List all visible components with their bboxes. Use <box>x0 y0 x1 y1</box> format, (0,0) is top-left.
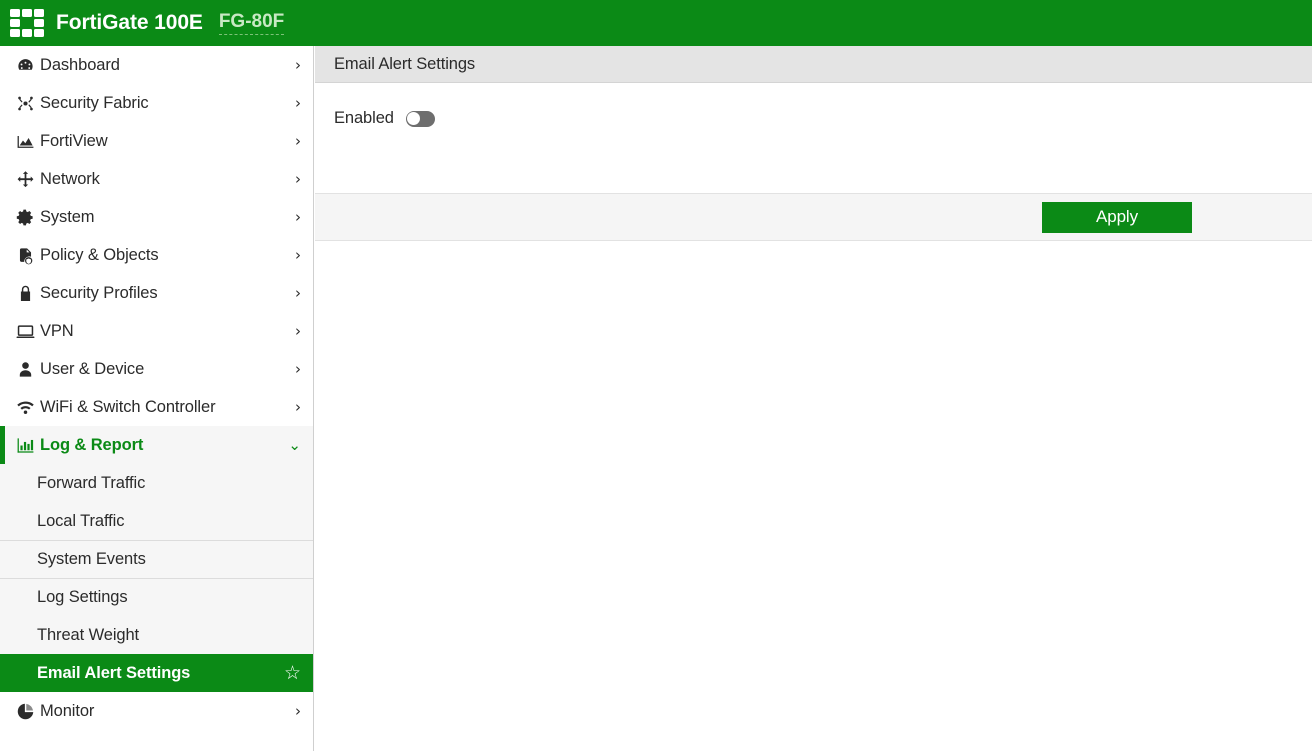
chevron-right-icon: › <box>295 321 301 340</box>
chevron-right-icon: › <box>295 169 301 188</box>
sidebar-item-monitor[interactable]: Monitor › <box>0 692 313 730</box>
enabled-label: Enabled <box>334 109 394 127</box>
user-icon <box>10 360 40 379</box>
chevron-right-icon: › <box>295 131 301 150</box>
form-footer: Apply <box>315 193 1312 241</box>
gear-icon <box>10 208 40 227</box>
sidebar-item-system-events[interactable]: System Events <box>0 540 313 578</box>
fortinet-grid-logo-icon <box>10 9 44 37</box>
sidebar: Dashboard › Security Fabric › FortiView … <box>0 46 314 751</box>
sidebar-item-log-report[interactable]: Log & Report ⌄ <box>0 426 313 464</box>
sidebar-item-wifi-switch-controller[interactable]: WiFi & Switch Controller › <box>0 388 313 426</box>
star-outline-icon[interactable]: ☆ <box>284 663 301 683</box>
monitor-icon <box>10 322 40 341</box>
sidebar-item-forward-traffic[interactable]: Forward Traffic <box>0 464 313 502</box>
sidebar-item-label: VPN <box>40 321 74 340</box>
sidebar-item-label: WiFi & Switch Controller <box>40 397 216 416</box>
sidebar-item-fortiview[interactable]: FortiView › <box>0 122 313 160</box>
sidebar-item-threat-weight[interactable]: Threat Weight <box>0 616 313 654</box>
sidebar-item-label: Security Fabric <box>40 93 149 112</box>
pie-chart-icon <box>10 702 40 721</box>
sidebar-item-security-fabric[interactable]: Security Fabric › <box>0 84 313 122</box>
sidebar-item-label: System <box>40 207 95 226</box>
sidebar-item-label: Monitor <box>40 701 95 720</box>
sidebar-item-label: Security Profiles <box>40 283 158 302</box>
sidebar-item-system[interactable]: System › <box>0 198 313 236</box>
sidebar-item-user-device[interactable]: User & Device › <box>0 350 313 388</box>
page-title: Email Alert Settings <box>334 54 476 73</box>
chevron-right-icon: › <box>295 701 301 720</box>
sidebar-subitem-label: Email Alert Settings <box>37 663 191 682</box>
product-name: FortiGate 100E <box>56 11 203 34</box>
chevron-right-icon: › <box>295 55 301 74</box>
sidebar-subitem-label: Forward Traffic <box>37 473 146 492</box>
policy-objects-icon <box>10 246 40 265</box>
settings-form: Enabled <box>315 83 1312 193</box>
enabled-field-row: Enabled <box>334 109 435 128</box>
dashboard-icon <box>10 56 40 75</box>
enabled-toggle[interactable] <box>405 110 435 127</box>
network-move-icon <box>10 170 40 189</box>
sidebar-item-local-traffic[interactable]: Local Traffic <box>0 502 313 540</box>
sidebar-item-label: Dashboard <box>40 55 120 74</box>
sidebar-item-policy-objects[interactable]: Policy & Objects › <box>0 236 313 274</box>
sidebar-item-email-alert-settings[interactable]: Email Alert Settings ☆ <box>0 654 313 692</box>
chevron-right-icon: › <box>295 93 301 112</box>
sidebar-item-security-profiles[interactable]: Security Profiles › <box>0 274 313 312</box>
main-content: Email Alert Settings Enabled Apply <box>315 46 1312 751</box>
wifi-icon <box>10 398 40 417</box>
hostname-label[interactable]: FG-80F <box>218 11 285 35</box>
toggle-knob <box>407 112 421 125</box>
sidebar-subitem-label: Threat Weight <box>37 625 140 644</box>
sidebar-item-log-settings[interactable]: Log Settings <box>0 578 313 616</box>
sidebar-item-label: Policy & Objects <box>40 245 159 264</box>
chevron-right-icon: › <box>295 245 301 264</box>
sidebar-item-label: FortiView <box>40 131 108 150</box>
chevron-down-icon: ⌄ <box>288 435 301 454</box>
security-fabric-icon <box>10 94 40 113</box>
content-header: Email Alert Settings <box>315 46 1312 83</box>
sidebar-item-dashboard[interactable]: Dashboard › <box>0 46 313 84</box>
chevron-right-icon: › <box>295 397 301 416</box>
sidebar-item-network[interactable]: Network › <box>0 160 313 198</box>
sidebar-item-vpn[interactable]: VPN › <box>0 312 313 350</box>
sidebar-item-label: User & Device <box>40 359 145 378</box>
top-banner: FortiGate 100E FG-80F <box>0 0 1312 46</box>
bar-chart-icon <box>10 436 40 455</box>
sidebar-item-label: Log & Report <box>40 435 144 454</box>
chevron-right-icon: › <box>295 359 301 378</box>
apply-button[interactable]: Apply <box>1042 201 1192 233</box>
sidebar-item-label: Network <box>40 169 100 188</box>
fortiview-chart-icon <box>10 132 40 151</box>
lock-icon <box>10 284 40 303</box>
sidebar-subitem-label: Local Traffic <box>37 511 125 530</box>
chevron-right-icon: › <box>295 207 301 226</box>
sidebar-subitem-label: System Events <box>37 550 146 568</box>
sidebar-subitem-label: Log Settings <box>37 588 128 606</box>
chevron-right-icon: › <box>295 283 301 302</box>
